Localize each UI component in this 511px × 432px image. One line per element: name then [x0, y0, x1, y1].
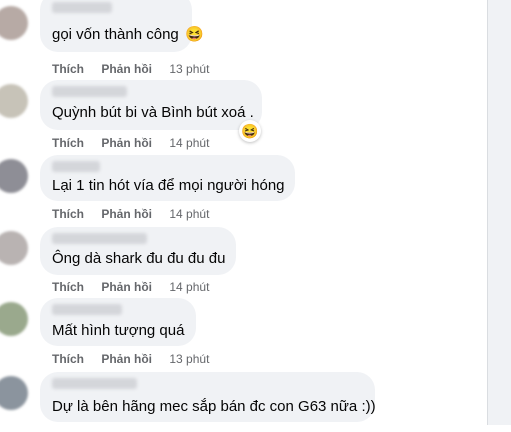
avatar[interactable]: [0, 6, 28, 40]
side-panel: [488, 0, 511, 425]
like-button[interactable]: Thích: [52, 207, 84, 221]
comment-timestamp[interactable]: 14 phút: [169, 136, 209, 150]
comment-actions: Thích Phản hồi 13 phút: [52, 352, 209, 366]
comment-actions: Thích Phản hồi 14 phút: [52, 207, 209, 221]
comment-bubble: Lại 1 tin hót vía để mọi người hóng: [40, 155, 295, 201]
like-button[interactable]: Thích: [52, 136, 84, 150]
comment-bubble: gọi vốn thành công 😆: [40, 0, 204, 52]
comment-text: Ông dà shark đu đu đu đu: [52, 250, 226, 267]
comment-item: Ông dà shark đu đu đu đu Thích Phản hồi …: [0, 227, 486, 299]
commenter-name-redacted[interactable]: [52, 304, 122, 315]
reply-button[interactable]: Phản hồi: [101, 62, 152, 76]
comment-text: Dự là bên hãng mec sắp bán đc con G63 nữ…: [52, 398, 376, 415]
reply-button[interactable]: Phản hồi: [101, 136, 152, 150]
comment-timestamp[interactable]: 14 phút: [169, 207, 209, 221]
avatar[interactable]: [0, 159, 28, 193]
comment-text: Lại 1 tin hót vía để mọi người hóng: [52, 177, 285, 194]
comment-bubble: Ông dà shark đu đu đu đu: [40, 227, 236, 275]
reply-button[interactable]: Phản hồi: [101, 280, 152, 294]
comment-actions: Thích Phản hồi 14 phút: [52, 280, 209, 294]
comment-timestamp[interactable]: 14 phút: [169, 280, 209, 294]
avatar[interactable]: [0, 376, 28, 410]
comment-text: Mất hình tượng quá: [52, 322, 185, 339]
avatar[interactable]: [0, 84, 28, 118]
comment-actions: Thích Phản hồi 13 phút: [52, 62, 209, 76]
comment-bubble: Quỳnh bút bi và Bình bút xoá .: [40, 80, 262, 130]
laughing-reaction-icon[interactable]: 😆: [239, 120, 261, 142]
like-button[interactable]: Thích: [52, 62, 84, 76]
avatar[interactable]: [0, 231, 28, 265]
commenter-name-redacted[interactable]: [52, 161, 100, 172]
comment-bubble: Mất hình tượng quá: [40, 298, 196, 346]
commenter-name-redacted[interactable]: [52, 86, 127, 97]
laughing-emoji-icon: 😆: [185, 26, 204, 43]
commenter-name-redacted[interactable]: [52, 233, 147, 244]
like-button[interactable]: Thích: [52, 280, 84, 294]
reply-button[interactable]: Phản hồi: [101, 207, 152, 221]
avatar[interactable]: [0, 302, 28, 336]
comment-actions: Thích Phản hồi 14 phút: [52, 136, 209, 150]
comment-bubble: Dự là bên hãng mec sắp bán đc con G63 nữ…: [40, 372, 376, 422]
commenter-name-redacted[interactable]: [52, 378, 137, 389]
comment-timestamp[interactable]: 13 phút: [169, 62, 209, 76]
comment-item: Dự là bên hãng mec sắp bán đc con G63 nữ…: [0, 372, 486, 432]
comment-item: Mất hình tượng quá Thích Phản hồi 13 phú…: [0, 298, 486, 370]
comment-item: gọi vốn thành công 😆 Thích Phản hồi 13 p…: [0, 0, 486, 82]
comment-text: gọi vốn thành công: [52, 26, 179, 43]
like-button[interactable]: Thích: [52, 352, 84, 366]
comment-item: Lại 1 tin hót vía để mọi người hóng Thíc…: [0, 155, 486, 227]
reply-button[interactable]: Phản hồi: [101, 352, 152, 366]
commenter-name-redacted[interactable]: [52, 2, 112, 13]
comment-item: Quỳnh bút bi và Bình bút xoá . 😆 Thích P…: [0, 80, 486, 152]
comment-text: Quỳnh bút bi và Bình bút xoá .: [52, 104, 254, 121]
comment-timestamp[interactable]: 13 phút: [169, 352, 209, 366]
